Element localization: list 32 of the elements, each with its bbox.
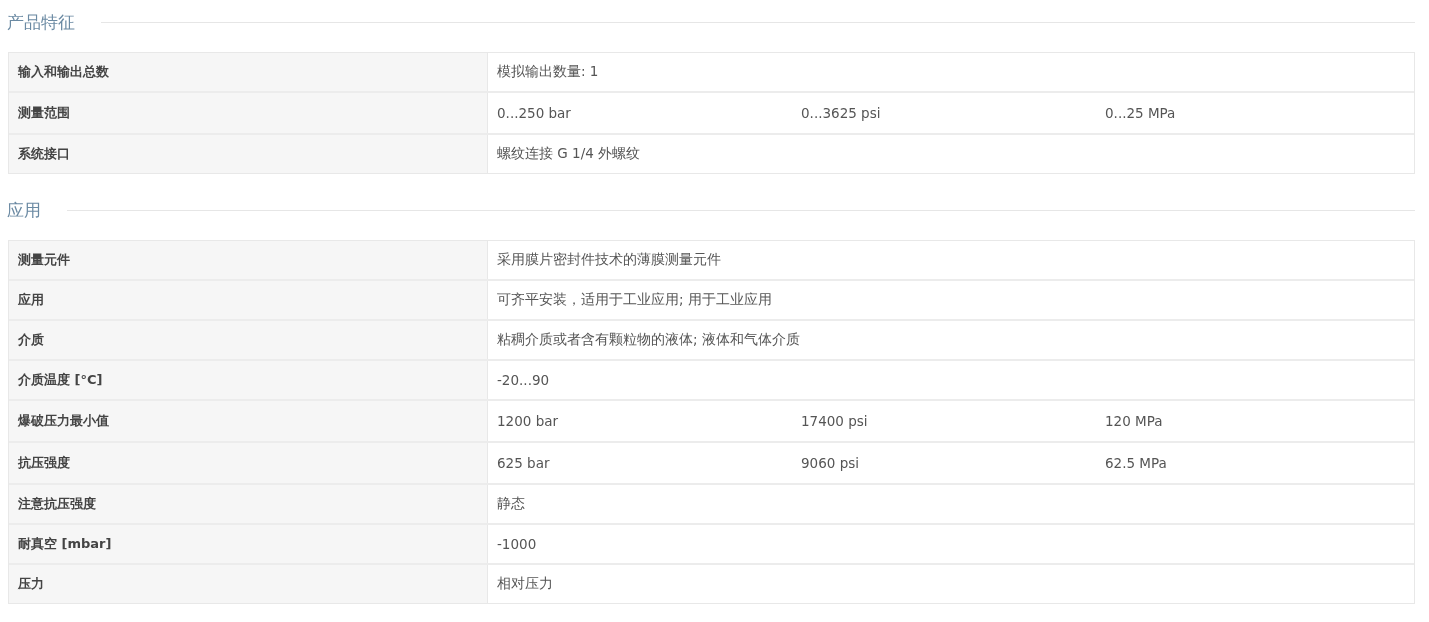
table-cell-text: 625 bar	[497, 455, 551, 471]
table-cell: 应用	[9, 281, 488, 319]
table-cell: 耐真空 [mbar]	[9, 525, 488, 563]
table-cell: 粘稠介质或者含有颗粒物的液体; 液体和气体介质	[497, 331, 801, 349]
section-title: 应用	[7, 198, 42, 222]
table-cell: 介质温度 [°C]	[9, 361, 488, 399]
table-cell: 输入和输出总数	[9, 53, 488, 91]
section-title: 产品特征	[7, 10, 76, 34]
table-cell-text: 0...25 MPa	[1105, 105, 1177, 121]
table-cell: 压力	[9, 565, 488, 603]
table-cell-text: -1000	[497, 536, 538, 552]
table-cell: 注意抗压强度	[9, 485, 488, 523]
table-cell: 系统接口	[9, 135, 488, 173]
table-cell-text: 0...3625 psi	[801, 105, 882, 121]
table-cell-text: 螺纹连接 G 1/4 外螺纹	[497, 145, 642, 163]
table-cell-text: 相对压力	[497, 575, 554, 593]
table-cell-text: -20...90	[497, 372, 551, 388]
table-cell: 爆破压力最小值	[9, 401, 488, 441]
table-cell-text: 9060 psi	[801, 455, 860, 471]
table-cell-text: 62.5 MPa	[1105, 455, 1168, 471]
table-cell: 介质	[9, 321, 488, 359]
table-cell-text: 0...250 bar	[497, 105, 572, 121]
table-cell-text: 120 MPa	[1105, 413, 1164, 429]
table-cell-text: 静态	[497, 495, 526, 513]
table-cell: 测量范围	[9, 93, 488, 133]
table-cell-text: 可齐平安装，适用于工业应用; 用于工业应用	[497, 291, 773, 309]
table-cell: 测量元件	[9, 241, 488, 279]
table-cell-text: 模拟输出数量: 1	[497, 63, 600, 81]
table-cell: 抗压强度	[9, 443, 488, 483]
table-cell-text: 1200 bar	[497, 413, 560, 429]
table-cell-text: 17400 psi	[801, 413, 869, 429]
table-cell-text: 采用膜片密封件技术的薄膜测量元件	[497, 251, 722, 269]
